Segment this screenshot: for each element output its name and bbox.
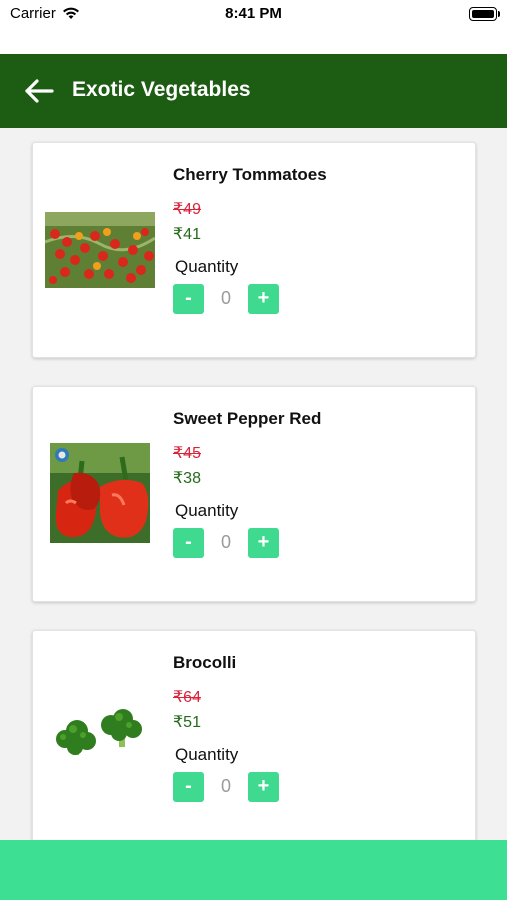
product-card: Sweet Pepper Red ₹45 ₹38 Quantity - 0 +	[32, 386, 476, 602]
product-mrp: ₹64	[173, 689, 201, 706]
status-bar: Carrier 8:41 PM	[0, 0, 507, 54]
product-price: ₹51	[173, 714, 201, 731]
product-name: Sweet Pepper Red	[173, 409, 322, 428]
product-image-sweet-pepper-red	[50, 443, 150, 543]
increment-button[interactable]: +	[248, 284, 279, 314]
product-price: ₹41	[173, 226, 201, 243]
product-card: Brocolli ₹64 ₹51 Quantity - 0 +	[32, 630, 476, 840]
page-title: Exotic Vegetables	[72, 78, 251, 101]
increment-button[interactable]: +	[248, 528, 279, 558]
quantity-label: Quantity	[175, 501, 239, 520]
quantity-label: Quantity	[175, 257, 239, 276]
decrement-button[interactable]: -	[173, 528, 204, 558]
product-name: Brocolli	[173, 653, 237, 672]
product-name: Cherry Tommatoes	[173, 165, 327, 184]
increment-button[interactable]: +	[248, 772, 279, 802]
quantity-value: 0	[220, 532, 231, 552]
app-bar: Exotic Vegetables	[0, 54, 507, 128]
battery-icon	[469, 7, 500, 21]
product-card: Cherry Tommatoes ₹49 ₹41 Quantity - 0 +	[32, 142, 476, 358]
quantity-stepper: - 0 +	[173, 772, 283, 802]
bottom-action-bar[interactable]	[0, 840, 507, 900]
quantity-value: 0	[220, 776, 231, 796]
quantity-label: Quantity	[175, 745, 239, 764]
status-time: 8:41 PM	[225, 5, 282, 22]
quantity-stepper: - 0 +	[173, 284, 283, 314]
product-image-broccoli	[55, 703, 145, 763]
product-mrp: ₹45	[173, 445, 201, 462]
decrement-button[interactable]: -	[173, 284, 204, 314]
product-mrp: ₹49	[173, 201, 201, 218]
product-price: ₹38	[173, 470, 201, 487]
quantity-value: 0	[220, 288, 231, 308]
product-image-cherry-tomatoes	[45, 212, 155, 288]
product-list: Cherry Tommatoes ₹49 ₹41 Quantity - 0 +	[0, 128, 507, 840]
arrow-left-icon[interactable]	[22, 76, 56, 106]
decrement-button[interactable]: -	[173, 772, 204, 802]
quantity-stepper: - 0 +	[173, 528, 283, 558]
